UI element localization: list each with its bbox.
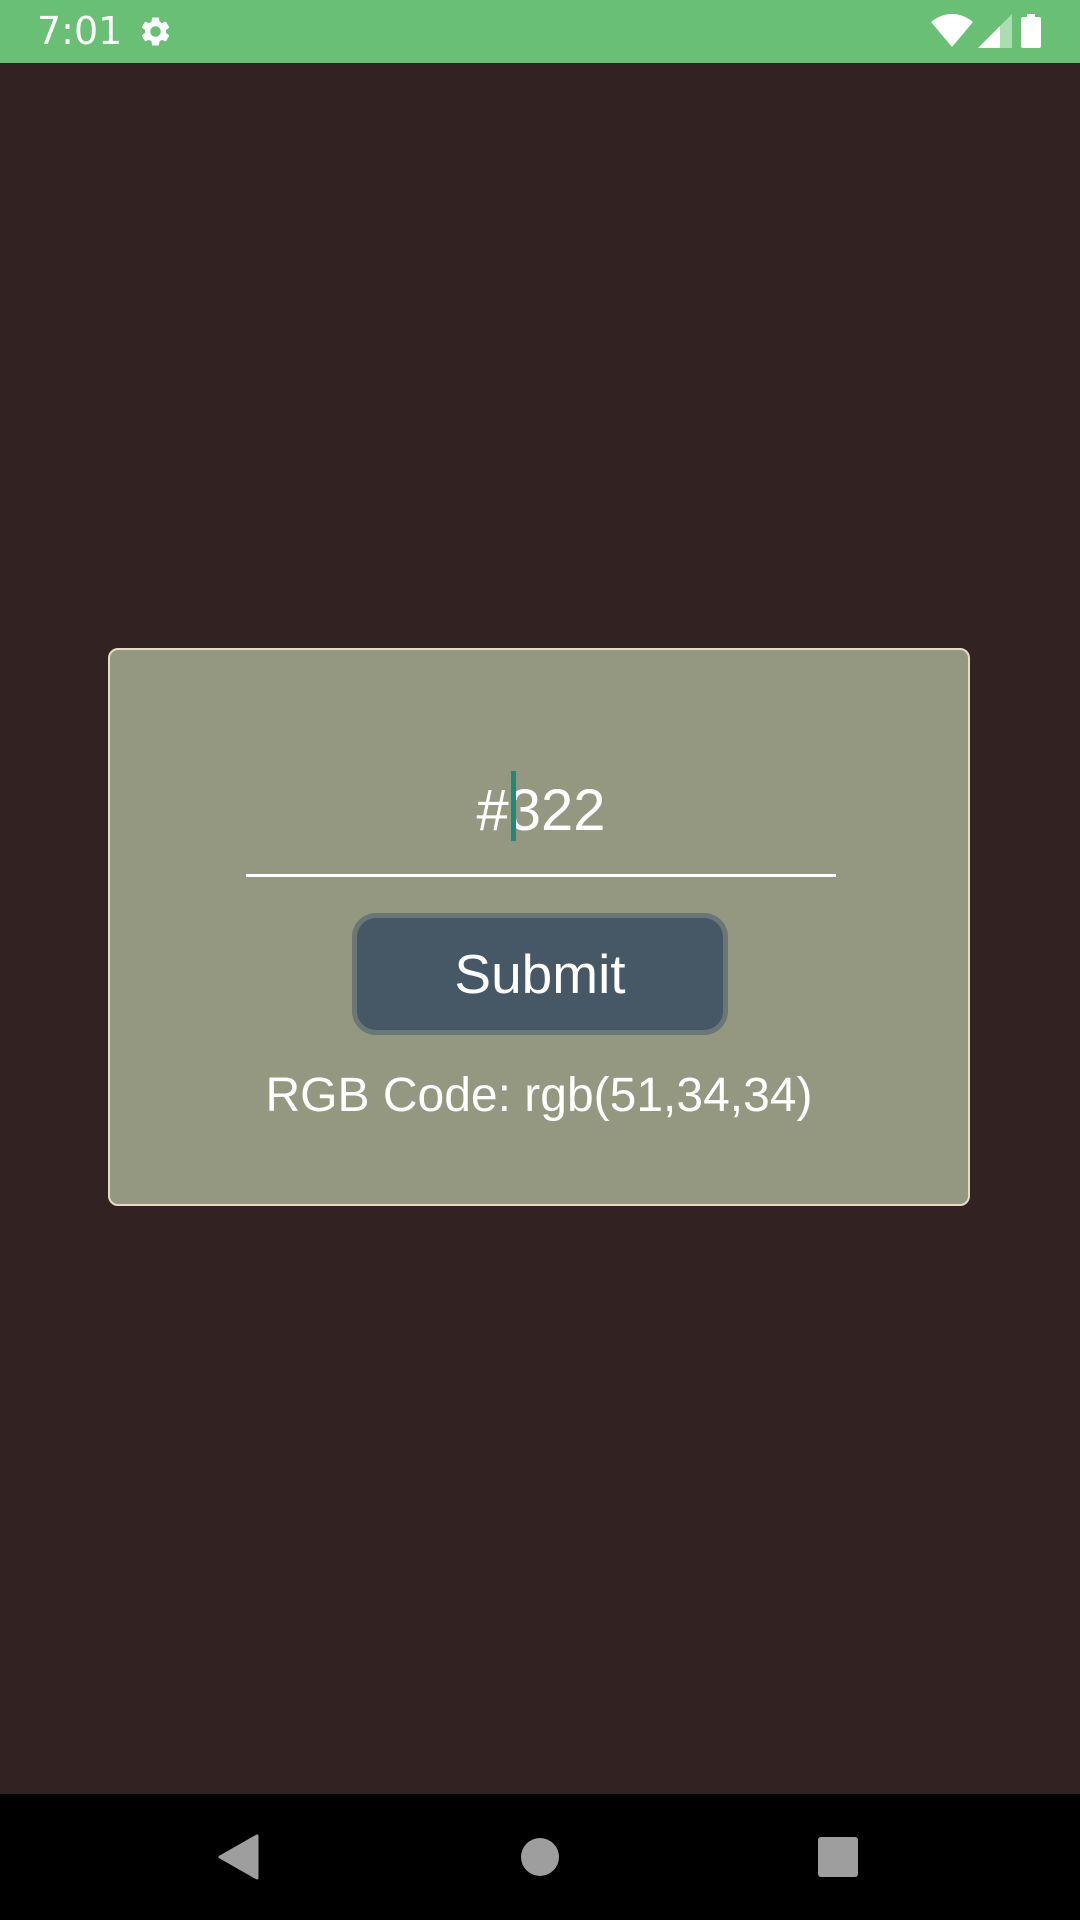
submit-button[interactable]: Submit — [352, 913, 728, 1035]
hex-input-value[interactable]: #322 — [246, 770, 836, 852]
home-button[interactable] — [480, 1794, 600, 1920]
hex-input[interactable]: #322 — [246, 760, 836, 877]
text-cursor — [511, 771, 516, 841]
gear-icon — [138, 14, 173, 49]
rgb-result-text: RGB Code: rgb(51,34,34) — [265, 1069, 813, 1122]
recents-icon — [818, 1837, 858, 1877]
back-icon — [218, 1834, 259, 1880]
status-time: 7:01 — [37, 9, 123, 53]
home-icon — [521, 1838, 559, 1876]
recents-button[interactable] — [778, 1794, 898, 1920]
status-bar: 7:01 — [0, 0, 1080, 63]
navigation-bar — [0, 1794, 1080, 1920]
back-button[interactable] — [178, 1794, 298, 1920]
